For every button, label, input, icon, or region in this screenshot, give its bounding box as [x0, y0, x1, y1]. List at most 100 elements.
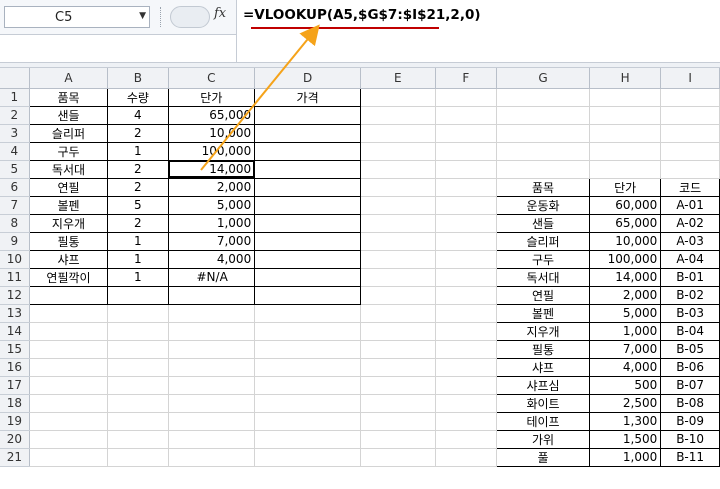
- cell-e18[interactable]: [360, 394, 436, 413]
- cell-b3[interactable]: 2: [107, 124, 169, 143]
- cell-f6[interactable]: [435, 178, 498, 197]
- cell-i15[interactable]: B-05: [660, 340, 720, 359]
- cell-a6[interactable]: 연필: [28, 178, 109, 197]
- cell-c16[interactable]: [168, 358, 256, 377]
- cell-c4[interactable]: 100,000: [168, 142, 256, 161]
- cell-i11[interactable]: B-01: [660, 268, 720, 287]
- cell-d8[interactable]: [254, 214, 361, 233]
- row-header[interactable]: 5: [0, 160, 30, 179]
- cell-h5[interactable]: [589, 160, 662, 179]
- name-box[interactable]: C5 ▼: [4, 6, 150, 28]
- cell-b4[interactable]: 1: [107, 142, 169, 161]
- column-header-d[interactable]: D: [254, 68, 361, 89]
- cell-h10[interactable]: 100,000: [589, 250, 662, 269]
- cell-b14[interactable]: [107, 322, 169, 341]
- cell-c9[interactable]: 7,000: [168, 232, 256, 251]
- cell-g16[interactable]: 샤프: [495, 358, 591, 377]
- cell-h16[interactable]: 4,000: [589, 358, 662, 377]
- cell-d15[interactable]: [254, 340, 361, 359]
- cell-i9[interactable]: A-03: [660, 232, 720, 251]
- cell-i2[interactable]: [660, 106, 720, 125]
- cell-i20[interactable]: B-10: [660, 430, 720, 449]
- cell-c7[interactable]: 5,000: [168, 196, 256, 215]
- cell-b18[interactable]: [107, 394, 169, 413]
- cell-i12[interactable]: B-02: [660, 286, 720, 305]
- cell-e9[interactable]: [360, 232, 436, 251]
- cell-f17[interactable]: [435, 376, 498, 395]
- cell-d16[interactable]: [254, 358, 361, 377]
- row-header[interactable]: 8: [0, 214, 30, 233]
- cell-c12[interactable]: [168, 286, 256, 305]
- cell-a8[interactable]: 지우개: [28, 214, 109, 233]
- cell-b5[interactable]: 2: [107, 160, 169, 179]
- cell-e10[interactable]: [360, 250, 436, 269]
- cell-e16[interactable]: [360, 358, 436, 377]
- row-header[interactable]: 16: [0, 358, 30, 377]
- cell-i5[interactable]: [660, 160, 720, 179]
- cell-b13[interactable]: [107, 304, 169, 323]
- cell-h14[interactable]: 1,000: [589, 322, 662, 341]
- cell-a5[interactable]: 독서대: [28, 160, 109, 179]
- cell-a2[interactable]: 샌들: [28, 106, 109, 125]
- select-all-corner[interactable]: [0, 68, 30, 89]
- cell-a17[interactable]: [29, 376, 109, 395]
- row-header[interactable]: 20: [0, 430, 30, 449]
- cell-f20[interactable]: [435, 430, 498, 449]
- cell-b1[interactable]: 수량: [107, 87, 169, 107]
- cell-h19[interactable]: 1,300: [589, 412, 662, 431]
- cell-a1[interactable]: 품목: [28, 87, 109, 107]
- cell-d11[interactable]: [254, 268, 361, 287]
- cell-g8[interactable]: 샌들: [495, 214, 591, 233]
- cell-g17[interactable]: 샤프심: [495, 376, 591, 395]
- cell-i7[interactable]: A-01: [660, 196, 720, 215]
- cell-a4[interactable]: 구두: [28, 142, 109, 161]
- cell-e7[interactable]: [360, 196, 436, 215]
- row-header[interactable]: 3: [0, 124, 30, 143]
- cell-e20[interactable]: [360, 430, 436, 449]
- cell-c17[interactable]: [168, 376, 256, 395]
- row-header[interactable]: 12: [0, 286, 30, 305]
- cell-a20[interactable]: [29, 430, 109, 449]
- formula-input[interactable]: =VLOOKUP(A5,$G$7:$I$21,2,0): [236, 0, 720, 62]
- cell-e6[interactable]: [360, 178, 436, 197]
- cell-a21[interactable]: [29, 448, 109, 467]
- cell-g20[interactable]: 가위: [495, 430, 591, 449]
- cell-c1[interactable]: 단가: [168, 87, 256, 107]
- cell-b8[interactable]: 2: [107, 214, 169, 233]
- cell-b10[interactable]: 1: [107, 250, 169, 269]
- cell-h17[interactable]: 500: [589, 376, 662, 395]
- cell-f7[interactable]: [435, 196, 498, 215]
- row-header[interactable]: 15: [0, 340, 30, 359]
- cell-a14[interactable]: [29, 322, 109, 341]
- row-header[interactable]: 13: [0, 304, 30, 323]
- cell-g1[interactable]: [496, 88, 591, 107]
- cell-g7[interactable]: 운동화: [495, 196, 591, 215]
- cell-e12[interactable]: [360, 286, 436, 305]
- cell-a12[interactable]: [28, 286, 109, 305]
- cell-i19[interactable]: B-09: [660, 412, 720, 431]
- cell-f3[interactable]: [435, 124, 498, 143]
- cell-h15[interactable]: 7,000: [589, 340, 662, 359]
- cell-b15[interactable]: [107, 340, 169, 359]
- cell-c3[interactable]: 10,000: [168, 124, 256, 143]
- cell-h3[interactable]: [589, 124, 662, 143]
- cell-g2[interactable]: [496, 106, 591, 125]
- column-header-c[interactable]: C: [168, 68, 256, 89]
- cell-d9[interactable]: [254, 232, 361, 251]
- cell-a7[interactable]: 볼펜: [28, 196, 109, 215]
- cell-b2[interactable]: 4: [107, 106, 169, 125]
- cell-f8[interactable]: [435, 214, 498, 233]
- cell-a19[interactable]: [29, 412, 109, 431]
- cell-b9[interactable]: 1: [107, 232, 169, 251]
- row-header[interactable]: 7: [0, 196, 30, 215]
- chevron-down-icon[interactable]: ▼: [139, 11, 146, 21]
- formula-buttons[interactable]: [170, 6, 210, 28]
- cell-e15[interactable]: [360, 340, 436, 359]
- cell-f10[interactable]: [435, 250, 498, 269]
- cell-e19[interactable]: [360, 412, 436, 431]
- cell-h20[interactable]: 1,500: [589, 430, 662, 449]
- cell-f13[interactable]: [435, 304, 498, 323]
- cell-f14[interactable]: [435, 322, 498, 341]
- cell-f16[interactable]: [435, 358, 498, 377]
- cell-g9[interactable]: 슬리퍼: [495, 232, 591, 251]
